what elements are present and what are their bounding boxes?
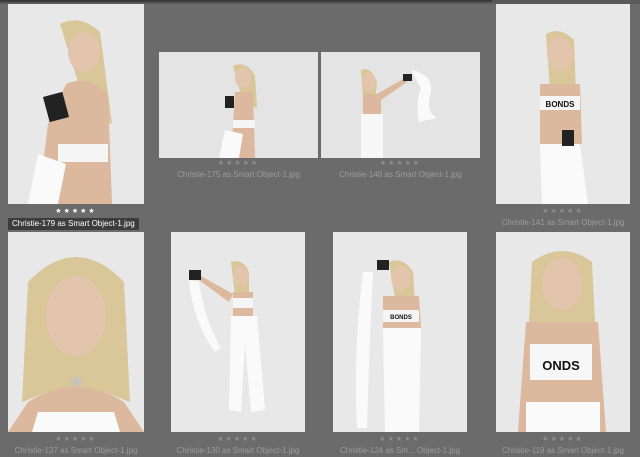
rating-stars[interactable]: ★★★★★ xyxy=(496,208,630,216)
svg-text:BONDS: BONDS xyxy=(546,100,576,109)
photo-thumbnail[interactable] xyxy=(8,4,144,204)
svg-text:BONDS: BONDS xyxy=(390,315,412,321)
rating-stars[interactable]: ★★★★★ xyxy=(8,436,144,444)
filename-label: Christie-148 as Smart Object-1.jpg xyxy=(339,170,462,179)
filename-label: Christie-124 as Sm... Object-1.jpg xyxy=(339,446,461,455)
photo-thumbnail[interactable] xyxy=(159,52,318,158)
photo-thumbnail[interactable] xyxy=(171,232,305,432)
thumbnail-cell-137[interactable]: ★★★★★ Christie-137 as Smart Object-1.jpg xyxy=(8,232,144,455)
photo-thumbnail[interactable]: BONDS xyxy=(496,4,630,204)
thumbnail-cell-175[interactable]: ★★★★★ Christie-175 as Smart Object-1.jpg xyxy=(159,52,318,182)
photo-christie-148 xyxy=(321,52,480,158)
rating-stars[interactable]: ★★★★★ xyxy=(171,436,305,444)
filename-label: Christie-119 as Smart Object-1.jpg xyxy=(501,446,625,455)
photo-christie-141: BONDS xyxy=(496,4,630,204)
rating-stars[interactable]: ★★★★★ xyxy=(496,436,630,444)
filename-label: Christie-175 as Smart Object-1.jpg xyxy=(177,170,300,179)
photo-christie-175 xyxy=(159,52,318,158)
thumbnail-cell-179[interactable]: ★★★★★ Christie-179 as Smart Object-1.jpg xyxy=(8,4,144,230)
thumbnail-cell-141[interactable]: BONDS ★★★★★ Christie-141 as Smart Object… xyxy=(496,4,630,230)
photo-thumbnail[interactable]: ONDS xyxy=(496,232,630,432)
photo-christie-124: BONDS xyxy=(333,232,467,432)
thumbnail-cell-148[interactable]: ★★★★★ Christie-148 as Smart Object-1.jpg xyxy=(321,52,480,182)
photo-thumbnail[interactable] xyxy=(321,52,480,158)
rating-stars[interactable]: ★★★★★ xyxy=(321,160,480,168)
rating-stars[interactable]: ★★★★★ xyxy=(159,160,318,168)
photo-thumbnail[interactable] xyxy=(8,232,144,432)
filename-label: Christie-179 as Smart Object-1.jpg xyxy=(8,218,139,230)
photo-christie-119: ONDS xyxy=(496,232,630,432)
photo-christie-130 xyxy=(171,232,305,432)
photo-christie-137 xyxy=(8,232,144,432)
thumbnail-cell-124[interactable]: BONDS ★★★★★ Christie-124 as Sm... Object… xyxy=(333,232,467,455)
thumbnail-cell-119[interactable]: ONDS ★★★★★ Christie-119 as Smart Object-… xyxy=(496,232,630,455)
filename-label: Christie-130 as Smart Object-1.jpg xyxy=(176,446,300,455)
rating-stars[interactable]: ★★★★★ xyxy=(333,436,467,444)
thumbnail-cell-130[interactable]: ★★★★★ Christie-130 as Smart Object-1.jpg xyxy=(171,232,305,455)
photo-thumbnail[interactable]: BONDS xyxy=(333,232,467,432)
rating-stars[interactable]: ★★★★★ xyxy=(8,208,144,216)
svg-text:ONDS: ONDS xyxy=(542,358,580,373)
filename-label: Christie-141 as Smart Object-1.jpg xyxy=(501,218,625,227)
filename-label: Christie-137 as Smart Object-1.jpg xyxy=(14,446,138,455)
photo-christie-179 xyxy=(8,4,144,204)
